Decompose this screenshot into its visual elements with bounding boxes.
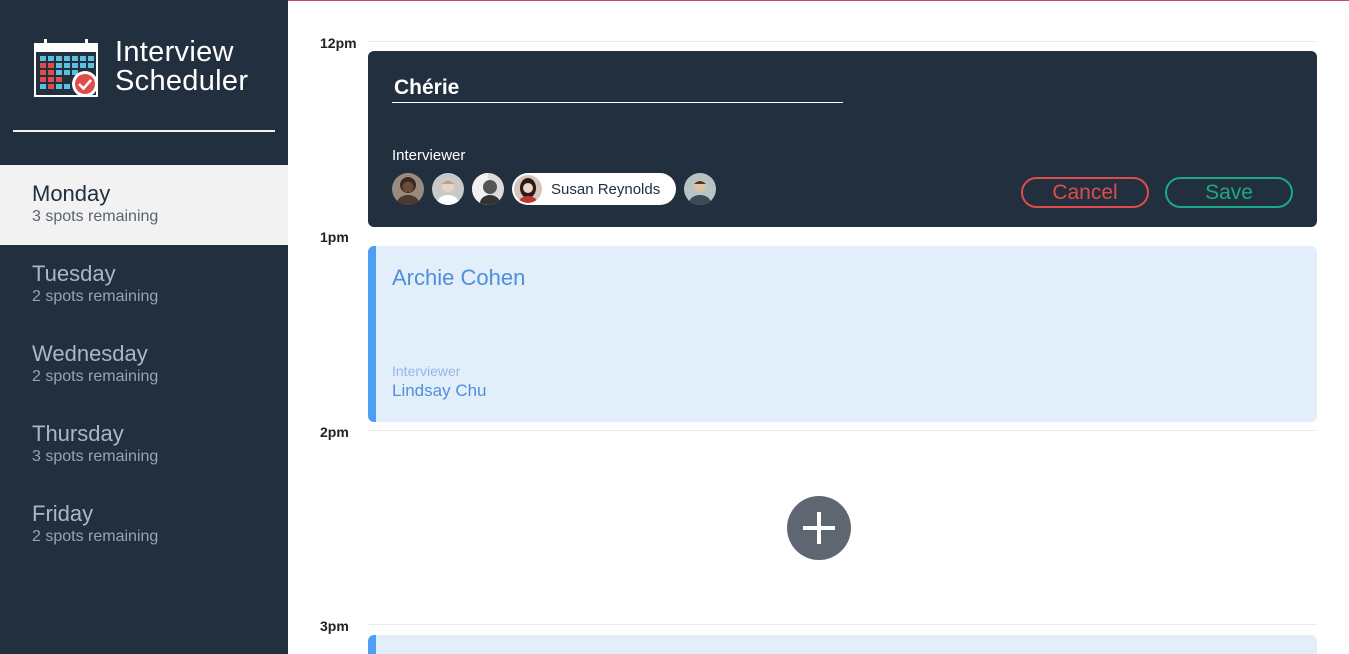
app-title: Interview Scheduler [115, 38, 248, 96]
time-label-2pm: 2pm [320, 424, 349, 440]
interviewer-avatar[interactable] [684, 173, 717, 205]
day-spots: 2 spots remaining [32, 528, 159, 545]
app-title-line2: Scheduler [115, 65, 249, 97]
day-spots: 3 spots remaining [32, 448, 159, 465]
appointment-form: Interviewer Susan Reynolds Cancel Save [368, 51, 1317, 227]
day-name: Wednesday [32, 341, 148, 366]
day-item-friday[interactable]: Friday 2 spots remaining [0, 485, 288, 565]
interviewer-list: Susan Reynolds [392, 172, 724, 206]
sidebar: Interview Scheduler Monday 3 spots remai… [0, 0, 288, 654]
day-item-tuesday[interactable]: Tuesday 2 spots remaining [0, 245, 288, 325]
day-name: Thursday [32, 421, 124, 446]
day-spots: 3 spots remaining [32, 208, 159, 225]
student-name-input[interactable] [392, 73, 843, 103]
appointment-interviewer-label: Interviewer [392, 363, 461, 379]
interviewer-avatar[interactable] [472, 173, 504, 205]
day-item-thursday[interactable]: Thursday 3 spots remaining [0, 405, 288, 485]
appointment-card[interactable]: Archie Cohen Interviewer Lindsay Chu [368, 246, 1317, 422]
appointment-card[interactable] [368, 635, 1317, 654]
hour-line [368, 624, 1317, 625]
appointment-interviewer: Lindsay Chu [392, 381, 487, 400]
interviewer-label: Interviewer [392, 147, 466, 164]
app-title-line1: Interview [115, 36, 234, 68]
time-label-12pm: 12pm [320, 35, 357, 51]
hour-line [368, 430, 1317, 431]
day-name: Monday [32, 181, 111, 206]
interviewer-selected-chip[interactable]: Susan Reynolds [512, 173, 677, 205]
time-label-3pm: 3pm [320, 618, 349, 634]
calendar-logo-icon [34, 38, 100, 100]
day-name: Friday [32, 501, 94, 526]
day-spots: 2 spots remaining [32, 288, 159, 305]
interviewer-avatar [514, 175, 542, 203]
day-spots: 2 spots remaining [32, 368, 159, 385]
add-appointment-button[interactable] [787, 496, 851, 560]
interviewer-avatar[interactable] [432, 173, 464, 205]
plus-icon [803, 512, 835, 544]
interviewer-avatar[interactable] [392, 173, 424, 205]
cancel-button[interactable]: Cancel [1021, 177, 1149, 208]
day-item-monday[interactable]: Monday 3 spots remaining [0, 165, 288, 245]
day-item-wednesday[interactable]: Wednesday 2 spots remaining [0, 325, 288, 405]
top-border [288, 0, 1349, 1]
interviewer-selected-name: Susan Reynolds [551, 180, 661, 198]
day-name: Tuesday [32, 261, 116, 286]
appointment-student: Archie Cohen [392, 265, 526, 290]
time-label-1pm: 1pm [320, 229, 349, 245]
hour-line [368, 41, 1317, 42]
save-button[interactable]: Save [1165, 177, 1293, 208]
sidebar-divider [13, 130, 275, 132]
